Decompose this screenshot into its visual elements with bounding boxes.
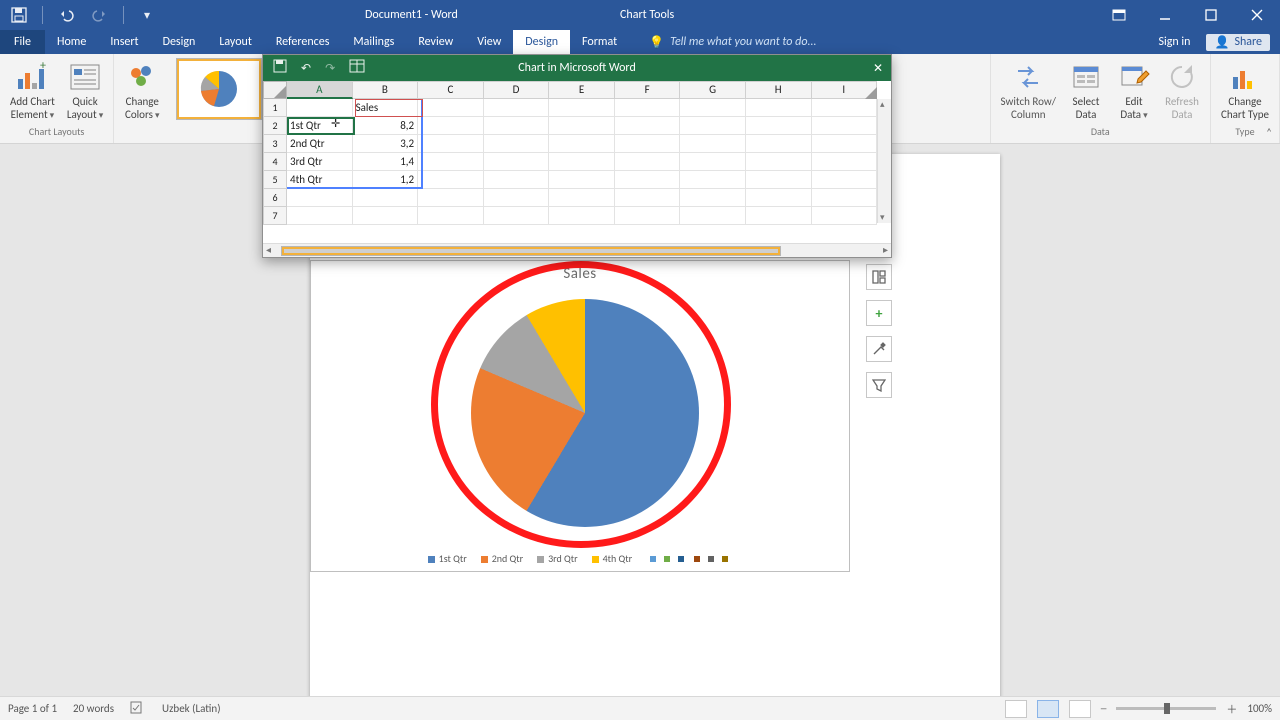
word-title-bar: ▾ Document1 - Word Chart Tools xyxy=(0,0,1280,30)
share-label: Share xyxy=(1234,35,1262,49)
tab-chart-format[interactable]: Format xyxy=(570,30,629,54)
zoom-slider[interactable] xyxy=(1116,707,1216,710)
status-language[interactable]: Uzbek (Latin) xyxy=(162,702,221,715)
change-colors-label: Change Colors xyxy=(125,96,160,121)
share-button[interactable]: 👤 Share xyxy=(1206,34,1270,51)
group-change-colors: Change Colors xyxy=(114,54,170,143)
select-data-label: Select Data xyxy=(1073,96,1100,121)
xl-vertical-scrollbar[interactable] xyxy=(877,99,891,223)
xl-undo-icon[interactable]: ↶ xyxy=(301,61,311,76)
select-all-corner[interactable] xyxy=(263,81,287,99)
view-web-icon[interactable] xyxy=(1069,700,1091,718)
chart-elements-icon[interactable]: + xyxy=(866,300,892,326)
undo-icon[interactable] xyxy=(55,4,77,26)
quick-layout-button[interactable]: Quick Layout xyxy=(63,58,107,123)
qat-customize-icon[interactable]: ▾ xyxy=(136,4,158,26)
refresh-data-button: Refresh Data xyxy=(1160,58,1204,123)
save-icon[interactable] xyxy=(8,4,30,26)
zoom-in-icon[interactable]: ＋ xyxy=(1226,701,1237,717)
chart-tools-label: Chart Tools xyxy=(620,8,674,22)
group-chart-styles xyxy=(170,54,270,143)
select-data-button[interactable]: Select Data xyxy=(1064,58,1108,123)
change-colors-button[interactable]: Change Colors xyxy=(120,58,164,123)
tab-layout[interactable]: Layout xyxy=(207,30,264,54)
legend-item-2: 2nd Qtr xyxy=(481,552,523,565)
edit-data-label: Edit Data xyxy=(1120,96,1147,121)
layout-options-icon[interactable] xyxy=(866,264,892,290)
excel-datasheet-window[interactable]: ↶ ↷ Chart in Microsoft Word ✕ ABCDEFGHI … xyxy=(262,54,892,258)
collapse-ribbon-icon[interactable]: ˄ xyxy=(1266,126,1272,139)
tab-design-doc[interactable]: Design xyxy=(151,30,208,54)
switch-row-col-button[interactable]: Switch Row/ Column xyxy=(997,58,1060,123)
svg-text:+: + xyxy=(40,60,46,73)
xl-redo-icon: ↷ xyxy=(325,61,335,76)
add-chart-element-button[interactable]: + Add Chart Element xyxy=(6,58,59,123)
legend-extra-swatches xyxy=(646,552,732,565)
tab-references[interactable]: References xyxy=(264,30,342,54)
chart-side-buttons: + xyxy=(866,264,892,398)
signin-link[interactable]: Sign in xyxy=(1158,35,1190,49)
view-read-icon[interactable] xyxy=(1005,700,1027,718)
status-page[interactable]: Page 1 of 1 xyxy=(8,702,57,715)
refresh-data-label: Refresh Data xyxy=(1165,96,1199,121)
chart-object[interactable]: Sales 1st Qtr 2nd Qtr 3rd Qtr 4th Qtr xyxy=(310,260,850,572)
xl-horizontal-scrollbar[interactable] xyxy=(263,243,891,257)
zoom-value[interactable]: 100% xyxy=(1247,702,1272,715)
column-headers[interactable]: ABCDEFGHI xyxy=(287,81,877,99)
quick-layout-label: Quick Layout xyxy=(67,96,103,121)
group-data: Switch Row/ Column Select Data Edit Data… xyxy=(991,54,1211,143)
group-chart-layouts: + Add Chart Element Quick Layout Chart L… xyxy=(0,54,114,143)
tab-file[interactable]: File xyxy=(0,30,45,54)
close-icon[interactable] xyxy=(1234,0,1280,30)
lightbulb-icon: 💡 xyxy=(649,35,664,50)
group-label-type: Type xyxy=(1217,125,1273,141)
minimize-icon[interactable] xyxy=(1142,0,1188,30)
ribbon-display-icon[interactable] xyxy=(1096,0,1142,30)
tab-chart-design[interactable]: Design xyxy=(513,30,570,54)
change-chart-type-button[interactable]: Change Chart Type xyxy=(1217,58,1273,123)
row-headers[interactable]: 1234567 xyxy=(263,99,287,225)
chart-style-thumb-1[interactable] xyxy=(176,58,262,120)
xl-save-icon[interactable] xyxy=(273,59,287,77)
quick-access-toolbar: ▾ xyxy=(0,4,166,26)
share-icon: 👤 xyxy=(1214,35,1229,50)
maximize-icon[interactable] xyxy=(1188,0,1234,30)
status-bar: Page 1 of 1 20 words Uzbek (Latin) ─ ＋ 1… xyxy=(0,696,1280,720)
pie-chart[interactable] xyxy=(471,299,699,527)
status-words[interactable]: 20 words xyxy=(73,702,114,715)
change-chart-type-label: Change Chart Type xyxy=(1221,96,1269,121)
spellcheck-icon[interactable] xyxy=(130,700,146,717)
cells[interactable]: Sales1st Qtr8,22nd Qtr3,23rd Qtr1,44th Q… xyxy=(287,99,877,241)
excel-window-title: Chart in Microsoft Word xyxy=(518,61,636,75)
excel-grid[interactable]: ABCDEFGHI 1234567 Sales1st Qtr8,22nd Qtr… xyxy=(263,81,891,241)
view-print-icon[interactable] xyxy=(1037,700,1059,718)
tab-insert[interactable]: Insert xyxy=(98,30,150,54)
zoom-out-icon[interactable]: ─ xyxy=(1101,702,1107,715)
tab-mailings[interactable]: Mailings xyxy=(341,30,406,54)
chart-filters-icon[interactable] xyxy=(866,372,892,398)
document-title: Document1 - Word xyxy=(365,8,458,22)
tell-me[interactable]: 💡 Tell me what you want to do... xyxy=(649,30,816,54)
xl-table-icon[interactable] xyxy=(349,59,365,77)
legend-item-4: 4th Qtr xyxy=(592,552,633,565)
redo-icon xyxy=(89,4,111,26)
legend-item-1: 1st Qtr xyxy=(428,552,467,565)
chart-styles-icon[interactable] xyxy=(866,336,892,362)
chart-legend: 1st Qtr 2nd Qtr 3rd Qtr 4th Qtr xyxy=(311,552,849,565)
legend-item-3: 3rd Qtr xyxy=(537,552,578,565)
edit-data-button[interactable]: Edit Data xyxy=(1112,58,1156,123)
excel-title-bar: ↶ ↷ Chart in Microsoft Word ✕ xyxy=(263,55,891,81)
group-label-layouts: Chart Layouts xyxy=(6,125,107,141)
window-controls xyxy=(1096,0,1280,30)
switch-label: Switch Row/ Column xyxy=(1001,96,1056,121)
add-chart-element-label: Add Chart Element xyxy=(10,96,55,121)
group-label-data: Data xyxy=(997,125,1204,141)
ribbon-tabs: File Home Insert Design Layout Reference… xyxy=(0,30,1280,54)
tab-review[interactable]: Review xyxy=(406,30,465,54)
fill-handle-icon[interactable]: ✛ xyxy=(331,117,340,130)
excel-close-icon[interactable]: ✕ xyxy=(873,61,883,76)
tell-me-placeholder: Tell me what you want to do... xyxy=(670,35,816,49)
tab-view[interactable]: View xyxy=(465,30,513,54)
tab-home[interactable]: Home xyxy=(45,30,98,54)
